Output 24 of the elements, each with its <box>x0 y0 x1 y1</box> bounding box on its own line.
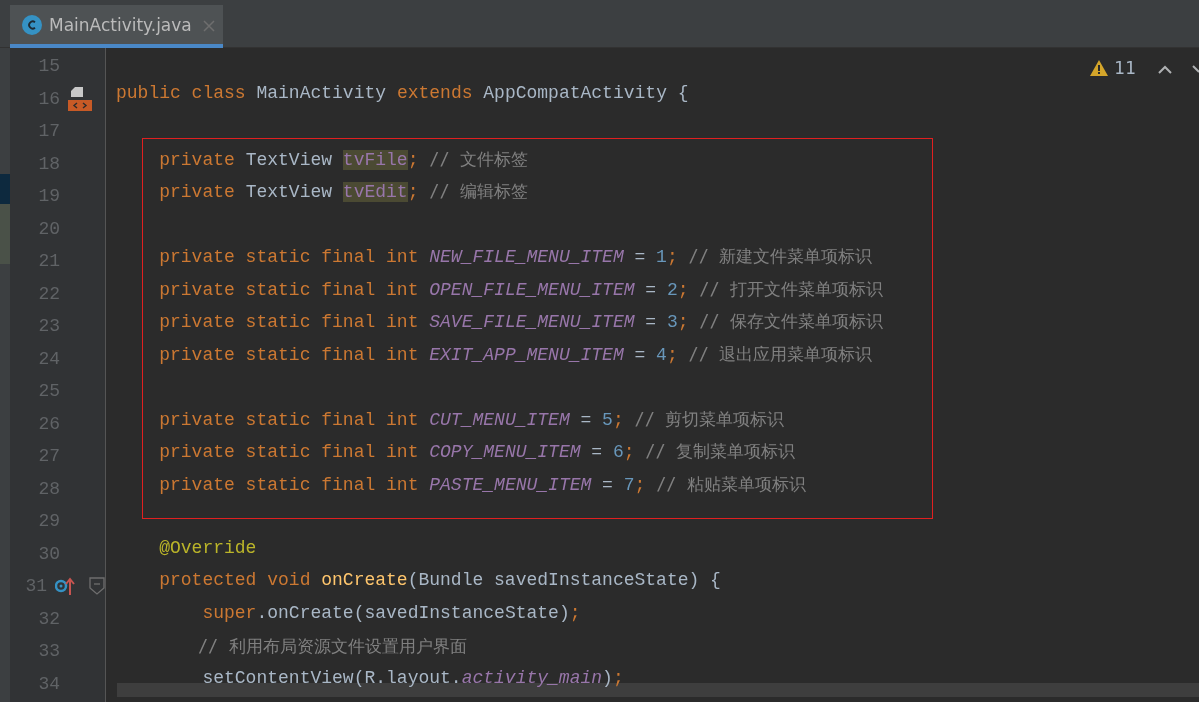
code-line: private static final int COPY_MENU_ITEM = 6; // 复制菜单项标识 <box>158 440 796 464</box>
fold-marker-icon[interactable] <box>89 577 105 596</box>
code-line: private static final int EXIT_APP_MENU_ITEM = 4; // 退出应用菜单项标识 <box>158 342 873 367</box>
code-line: private TextView tvFile; // 文件标签 <box>158 147 528 172</box>
file-tab[interactable]: MainActivity.java <box>10 5 223 48</box>
code-line: private TextView tvEdit; // 编辑标签 <box>158 180 528 204</box>
code-line: super.onCreate(savedInstanceState); <box>201 602 581 625</box>
code-line: setContentView(R.layout.activity_main); <box>201 667 624 690</box>
class-file-icon <box>22 14 42 35</box>
code-line: public class MainActivity extends AppCompatActivity { <box>116 82 689 105</box>
code-line: private static final int NEW_FILE_MENU_ITEM = 1; // 新建文件菜单项标识 <box>158 245 873 269</box>
code-line: @Override <box>158 537 257 560</box>
code-line: protected void onCreate(Bundle savedInstanceState) { <box>158 570 721 592</box>
override-marker-icon[interactable] <box>55 576 75 597</box>
warning-count[interactable]: 11 <box>1114 58 1136 78</box>
code-line: // 利用布局资源文件设置用户界面 <box>196 635 467 658</box>
code-line: private static final int OPEN_FILE_MENU_ITEM = 2; // 打开文件菜单项标识 <box>158 277 884 302</box>
highlighted-row-edge <box>0 204 10 264</box>
selected-row-edge <box>0 174 10 204</box>
code-line: private static final int SAVE_FILE_MENU_ITEM = 3; // 保存文件菜单项标识 <box>158 310 884 334</box>
warning-icon[interactable] <box>1090 60 1109 76</box>
code-line: private static final int CUT_MENU_ITEM = 5; // 剪切菜单项标识 <box>158 407 785 432</box>
class-marker-icon[interactable] <box>68 86 92 111</box>
code-line: private static final int PASTE_MENU_ITEM = 7; // 粘贴菜单项标识 <box>158 472 806 497</box>
